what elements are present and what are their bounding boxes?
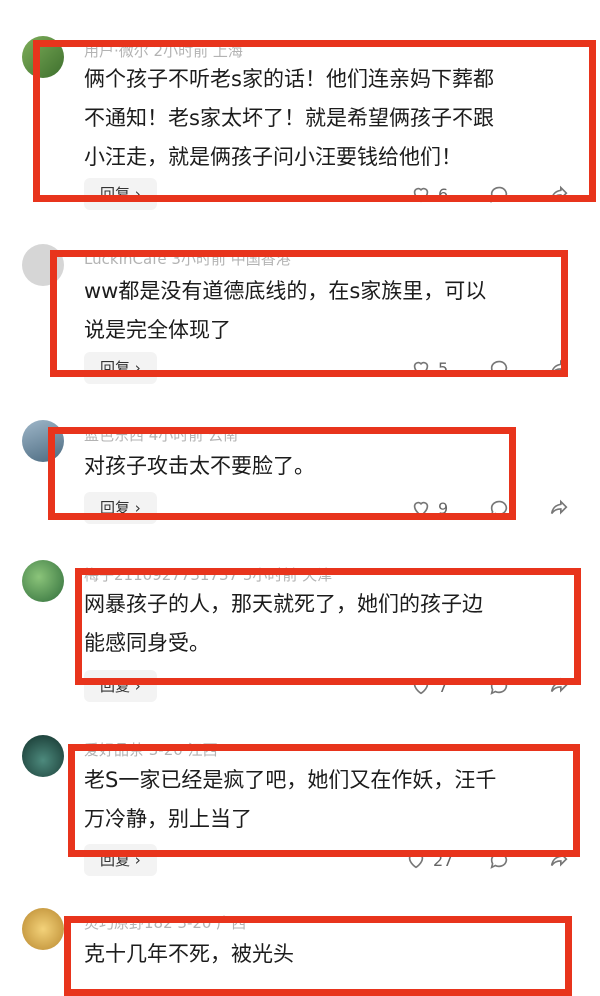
- comment-icon: [490, 852, 508, 869]
- comment-line: 俩个孩子不听老s家的话！他们连亲妈下葬都: [84, 67, 494, 91]
- comment-line: 克十几年不死，被光头: [84, 942, 294, 966]
- comment-icon: [490, 360, 508, 377]
- reply-button[interactable]: 回复 ›: [84, 352, 157, 384]
- comment-meta: 灵巧原野182 3-20 广西: [84, 914, 247, 932]
- comment-text: 克十几年不死，被光头: [84, 935, 294, 974]
- share-button[interactable]: [548, 183, 570, 205]
- avatar[interactable]: [22, 735, 64, 777]
- like-button[interactable]: 7: [410, 675, 448, 697]
- avatar[interactable]: [22, 560, 64, 602]
- comment-line: 说是完全体现了: [84, 318, 231, 342]
- comment-line: 老S一家已经是疯了吧，她们又在作妖，汪千: [84, 768, 497, 792]
- reply-button[interactable]: 回复 ›: [84, 178, 157, 210]
- comment-text: ww都是没有道德底线的，在s家族里，可以 说是完全体现了: [84, 272, 486, 350]
- comment-line: 对孩子攻击太不要脸了。: [84, 454, 315, 478]
- comment-button[interactable]: [488, 497, 510, 519]
- like-count: 6: [438, 184, 449, 204]
- share-icon: [550, 499, 568, 515]
- comment-icon: [490, 678, 508, 695]
- comment-meta: LuckInCafe 3小时前 中国香港: [84, 250, 291, 268]
- comment-text: 网暴孩子的人，那天就死了，她们的孩子边 能感同身受。: [84, 585, 483, 663]
- comment-text: 老S一家已经是疯了吧，她们又在作妖，汪千 万冷静，别上当了: [84, 761, 496, 839]
- comment-line: 不通知！老s家太坏了！就是希望俩孩子不跟: [84, 106, 494, 130]
- comment-button[interactable]: [488, 183, 510, 205]
- comment-button[interactable]: [488, 357, 510, 379]
- comment-icon: [490, 186, 508, 203]
- comment-meta: 梅子2110927731737 5小时前 天津: [84, 566, 333, 584]
- like-button[interactable]: 6: [410, 183, 448, 205]
- comment-text: 对孩子攻击太不要脸了。: [84, 447, 315, 486]
- heart-icon: [413, 679, 429, 695]
- reply-button[interactable]: 回复 ›: [84, 844, 157, 876]
- heart-icon: [413, 187, 429, 203]
- comment-meta: 蓝色东西 4小时前 云南: [84, 426, 239, 444]
- comment-line: ww都是没有道德底线的，在s家族里，可以: [84, 279, 487, 303]
- share-icon: [550, 677, 568, 693]
- like-count: 27: [433, 850, 454, 870]
- like-button[interactable]: 5: [410, 357, 448, 379]
- avatar[interactable]: [22, 420, 64, 462]
- share-icon: [550, 185, 568, 201]
- like-button[interactable]: 27: [405, 849, 453, 871]
- like-count: 7: [438, 676, 449, 696]
- share-icon: [550, 851, 568, 867]
- comment-button[interactable]: [488, 675, 510, 697]
- reply-button[interactable]: 回复 ›: [84, 670, 157, 702]
- like-button[interactable]: 9: [410, 497, 448, 519]
- avatar[interactable]: [22, 908, 64, 950]
- heart-icon: [408, 853, 424, 869]
- heart-icon: [413, 361, 429, 377]
- comment-icon: [490, 500, 508, 517]
- comment-line: 万冷静，别上当了: [84, 807, 252, 831]
- comment-line: 小汪走，就是俩孩子问小汪要钱给他们！: [84, 145, 462, 169]
- comment-meta: 用户·微尔 2小时前 上海: [84, 42, 243, 60]
- share-button[interactable]: [548, 675, 570, 697]
- avatar[interactable]: [22, 36, 64, 78]
- comment-line: 能感同身受。: [84, 631, 210, 655]
- comment-line: 网暴孩子的人，那天就死了，她们的孩子边: [84, 592, 483, 616]
- share-button[interactable]: [548, 357, 570, 379]
- comment-meta: 爱好品茶 3-20 江西: [84, 741, 218, 759]
- share-icon: [550, 359, 568, 375]
- comment-text: 俩个孩子不听老s家的话！他们连亲妈下葬都 不通知！老s家太坏了！就是希望俩孩子不…: [84, 60, 494, 177]
- like-count: 9: [438, 498, 449, 518]
- avatar[interactable]: [22, 244, 64, 286]
- share-button[interactable]: [548, 497, 570, 519]
- heart-icon: [413, 501, 429, 517]
- share-button[interactable]: [548, 849, 570, 871]
- reply-button[interactable]: 回复 ›: [84, 492, 157, 524]
- like-count: 5: [438, 358, 449, 378]
- comment-button[interactable]: [488, 849, 510, 871]
